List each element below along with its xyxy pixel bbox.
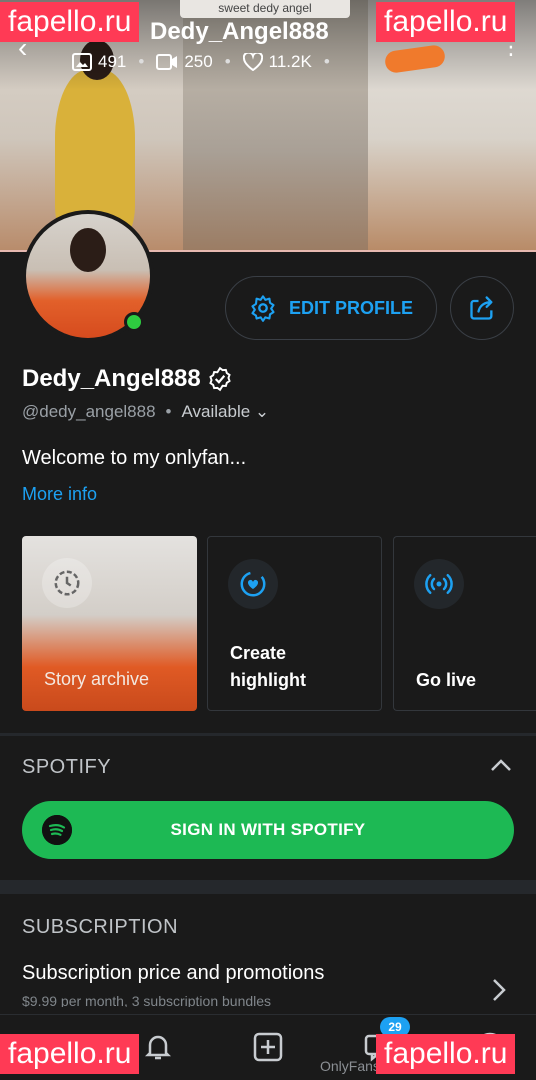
videos-stat[interactable]: 250 [156,52,213,72]
videos-count: 250 [184,52,213,71]
chevron-down-icon: ⌄ [254,402,270,421]
verified-icon [209,366,231,392]
spotify-section-title: SPOTIFY [22,756,112,778]
online-indicator [124,312,144,332]
cover-caption: sweet dedy angel [180,0,350,18]
separator-dot: • [224,52,231,71]
video-icon [156,54,178,70]
profile-name: Dedy_Angel888 [22,365,233,393]
go-live-card[interactable]: Go live [393,536,536,711]
photos-stat[interactable]: 491 [72,52,126,72]
image-icon [72,53,92,71]
watermark: fapello.ru [0,2,140,42]
status-dropdown[interactable]: Available ⌄ [182,402,270,422]
watermark: fapello.ru [0,1034,140,1074]
separator-dot: • [323,52,330,71]
header-title: Dedy_Angel888 [150,18,329,45]
bio-text: Welcome to my onlyfan... [22,447,247,469]
add-post-icon[interactable] [252,1031,284,1063]
chevron-right-icon[interactable] [492,978,506,1002]
heart-circle-icon [228,559,278,609]
subscription-price-desc: $9.99 per month, 3 subscription bundles [22,993,272,1007]
watermark: fapello.ru [376,1034,516,1074]
clock-icon [42,558,92,608]
section-divider [0,880,536,894]
edit-profile-label: EDIT PROFILE [288,297,413,318]
edit-profile-button[interactable]: EDIT PROFILE [225,276,437,340]
profile-stats: 491 • 250 • 11.2K • [72,52,330,72]
display-name: Dedy_Angel888 [22,365,201,392]
highlight-label: Create highlight [230,643,306,690]
highlight-label: Story archive [44,669,150,689]
heart-icon [242,53,263,71]
broadcast-icon [414,559,464,609]
subscription-section-title: SUBSCRIPTION [22,916,179,938]
spotify-icon [42,815,72,845]
likes-stat[interactable]: 11.2K [242,52,312,72]
watermark: fapello.ru [376,2,516,42]
photos-count: 491 [98,52,127,71]
share-icon [470,296,493,320]
gear-icon [251,295,275,322]
create-highlight-card[interactable]: Create highlight [207,536,382,711]
handle-row: @dedy_angel888 • Available ⌄ [22,402,269,422]
more-info-link[interactable]: More info [22,484,97,505]
separator-dot: • [138,52,145,71]
chevron-up-icon[interactable] [490,758,512,772]
spotify-button-label: SIGN IN WITH SPOTIFY [170,820,366,839]
subscription-price-item[interactable]: Subscription price and promotions [22,962,324,985]
spotify-signin-button[interactable]: SIGN IN WITH SPOTIFY [22,801,514,859]
username: @dedy_angel888 [22,402,156,421]
story-archive-card[interactable]: Story archive [22,536,197,711]
highlight-label: Go live [416,670,477,690]
likes-count: 11.2K [268,52,312,71]
section-divider [0,733,536,736]
bell-icon[interactable] [142,1031,174,1063]
share-button[interactable] [450,276,514,340]
separator-dot: • [165,402,172,421]
